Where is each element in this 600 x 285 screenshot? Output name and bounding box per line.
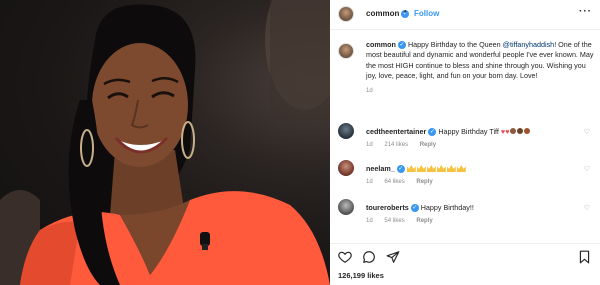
header-username[interactable]: common ✓ [366,9,410,18]
comment-like-icon[interactable]: ♡ [584,165,590,173]
verified-badge-icon: ✓ [410,204,419,212]
post-photo[interactable] [0,0,330,285]
post-header: common ✓ • Follow ··· [330,0,600,30]
caption-avatar[interactable] [338,43,354,59]
post-actions: 126,199 likes [330,243,600,285]
header-avatar[interactable] [338,6,354,22]
header-username-text[interactable]: common [366,9,399,18]
caption-timestamp[interactable]: 1d [366,88,594,94]
caption-text: common ✓ Happy Birthday to the Queen @tif… [366,40,594,82]
crown-icon [426,165,436,172]
photo-illustration [0,0,330,285]
crown-icon [436,165,446,172]
bookmark-icon[interactable] [578,250,591,264]
verified-badge-icon: ✓ [428,128,437,136]
comment-time[interactable]: 1d [366,179,373,185]
comment-avatar[interactable] [338,160,354,176]
post-side-panel: common ✓ • Follow ··· common ✓ Happy Birth… [330,0,600,285]
comment-like-icon[interactable]: ♡ [584,128,590,136]
comment-item: toureroberts ✓ Happy Birthday!! 1d 54 lik… [338,199,594,224]
comment-likes[interactable]: 64 likes [384,179,404,185]
crown-icon [446,165,456,172]
brown-heart-icon [524,128,531,134]
share-icon[interactable] [386,250,400,264]
comment-avatar[interactable] [338,123,354,139]
caption-body-start: Happy Birthday to the Queen [407,40,503,49]
brown-heart-icon [510,128,517,134]
header-dot: • [404,7,407,16]
verified-badge-icon: ✓ [396,165,405,173]
comment-avatar[interactable] [338,199,354,215]
comment-text: toureroberts ✓ Happy Birthday!! [366,199,594,213]
comment-like-icon[interactable]: ♡ [584,204,590,212]
comment-text: neelam_ ✓ [366,160,594,174]
follow-button[interactable]: Follow [414,9,439,18]
comment-likes[interactable]: 54 likes [384,218,404,224]
crown-icon [416,165,426,172]
likes-count[interactable]: 126,199 likes [338,271,384,280]
comment-time[interactable]: 1d [366,142,373,148]
caption-mention-link[interactable]: @tiffanyhaddish [503,40,555,49]
comment-body: Happy Birthday Tiff [438,127,499,136]
comment-text: cedtheentertainer ✓ Happy Birthday Tiff ♥… [366,123,594,137]
more-options-icon[interactable]: ··· [579,6,592,17]
comment-time[interactable]: 1d [366,218,373,224]
comment-meta: 1d 64 likes Reply [366,179,594,185]
comment-username[interactable]: toureroberts [366,203,409,212]
caption-username[interactable]: common [366,40,396,49]
crown-icon [456,165,466,172]
post-caption: common ✓ Happy Birthday to the Queen @tif… [338,40,594,94]
comment-username[interactable]: cedtheentertainer [366,127,426,136]
comment-username[interactable]: neelam_ [366,164,395,173]
comment-meta: 1d 214 likes Reply [366,142,594,148]
comment-body: Happy Birthday!! [420,203,474,212]
brown-heart-icon [517,128,524,134]
reply-button[interactable]: Reply [416,179,432,185]
comment-item: cedtheentertainer ✓ Happy Birthday Tiff ♥… [338,123,594,148]
reply-button[interactable]: Reply [420,142,436,148]
reply-button[interactable]: Reply [416,218,432,224]
comment-likes[interactable]: 214 likes [384,142,408,148]
crown-icon [406,165,416,172]
verified-badge-icon: ✓ [397,41,406,49]
comment-item: neelam_ ✓ 1d 64 likes Reply ♡ [338,160,594,185]
comment-icon[interactable] [362,250,376,264]
comment-meta: 1d 54 likes Reply [366,218,594,224]
heart-icon[interactable] [338,250,352,264]
red-heart-icon: ♥ [505,127,510,136]
